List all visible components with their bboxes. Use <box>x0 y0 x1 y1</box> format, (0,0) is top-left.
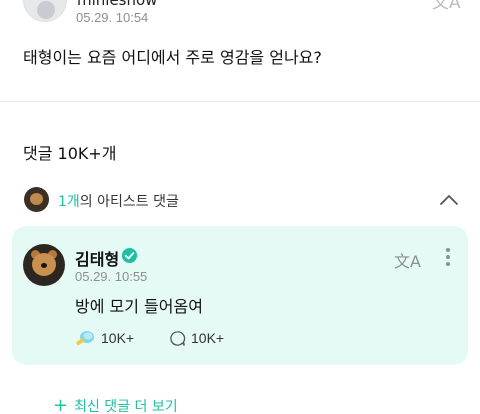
plus-icon: + <box>53 395 69 414</box>
translate-icon[interactable]: 文A <box>394 248 421 272</box>
comments-count-header: 댓글 10K+개 <box>23 144 117 163</box>
artist-comments-count: 1개 <box>58 194 80 210</box>
artist-comments-text: 의 아티스트 댓글 <box>79 194 179 210</box>
like-button[interactable]: 10K+ <box>75 327 134 349</box>
post-body: 태형이는 요즘 어디에서 주로 영감을 얻나요? <box>23 48 322 67</box>
reply-button[interactable]: 10K+ <box>169 327 224 349</box>
artist-name[interactable]: 김태형 <box>75 246 119 270</box>
artist-comments-toggle[interactable]: 1개의 아티스트 댓글 <box>0 183 480 217</box>
like-count: 10K+ <box>101 330 135 346</box>
post-author-name[interactable]: minieshow <box>77 0 157 9</box>
comment-timestamp: 05.29. 10:55 <box>75 269 148 284</box>
more-vertical-icon[interactable] <box>445 248 451 268</box>
chevron-up-icon[interactable] <box>438 189 460 211</box>
post-timestamp: 05.29. 10:54 <box>76 10 149 25</box>
artist-comment-card: 김태형 05.29. 10:55 文A 방에 모기 들어옴여 10K+ 10K+ <box>12 226 468 365</box>
load-more-label: 최신 댓글 더 보기 <box>74 399 178 414</box>
comment-text: 방에 모기 들어옴여 <box>75 297 203 316</box>
divider <box>0 101 480 102</box>
load-more-comments-button[interactable]: + 최신 댓글 더 보기 <box>53 396 178 414</box>
comment-bubble-icon <box>170 330 186 346</box>
verified-badge-icon <box>121 247 138 264</box>
artist-avatar-small <box>24 187 49 212</box>
lightstick-like-icon <box>76 331 94 346</box>
avatar-nose <box>41 263 47 268</box>
author-avatar[interactable] <box>23 0 67 22</box>
post-header: minieshow 05.29. 10:54 文A <box>0 0 480 30</box>
reply-count: 10K+ <box>191 330 225 346</box>
avatar-placeholder-icon <box>37 1 55 19</box>
artist-avatar[interactable] <box>23 244 65 286</box>
artist-comments-label: 1개의 아티스트 댓글 <box>58 191 179 211</box>
comment-actions: 10K+ 10K+ <box>75 327 275 349</box>
translate-icon[interactable]: 文A <box>432 0 461 13</box>
